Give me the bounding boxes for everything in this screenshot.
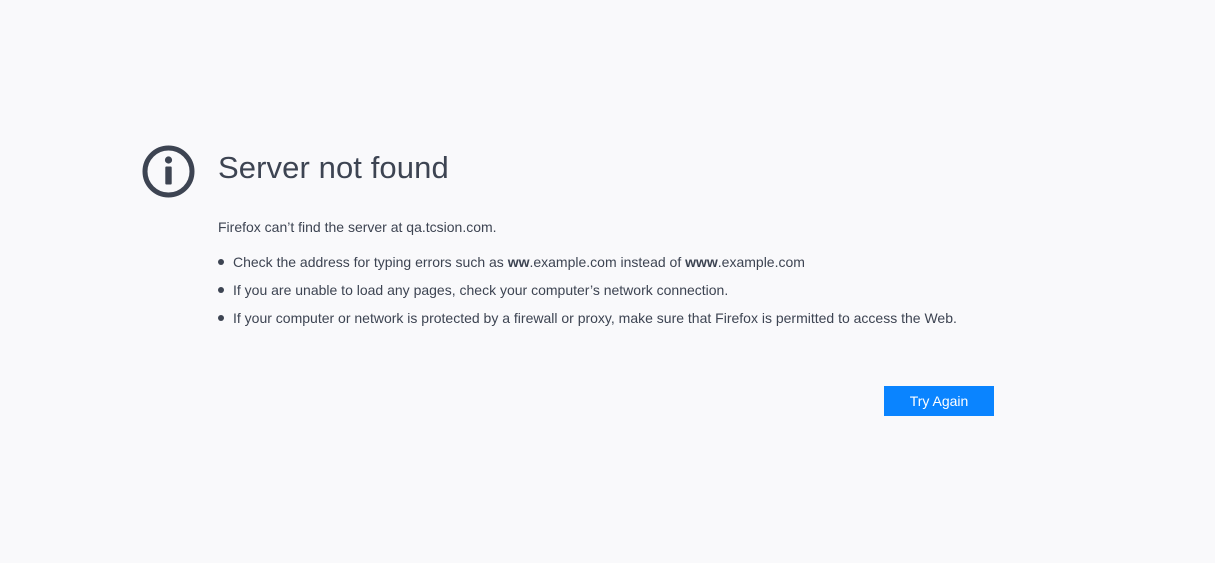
suggestion-text-part: Check the address for typing errors such… bbox=[233, 254, 508, 270]
suggestion-text: If you are unable to load any pages, che… bbox=[233, 282, 729, 298]
bullet-icon bbox=[218, 315, 224, 321]
suggestion-text-part: .example.com instead of bbox=[529, 254, 686, 270]
info-icon bbox=[142, 145, 195, 198]
suggestion-item: If you are unable to load any pages, che… bbox=[218, 280, 998, 300]
bullet-icon bbox=[218, 287, 224, 293]
suggestion-item: If your computer or network is protected… bbox=[218, 308, 998, 328]
error-content: Server not found Firefox can’t find the … bbox=[218, 148, 998, 336]
suggestion-item: Check the address for typing errors such… bbox=[218, 252, 998, 272]
try-again-button[interactable]: Try Again bbox=[884, 386, 994, 416]
suggestion-emphasis: ww bbox=[507, 254, 530, 270]
suggestion-list: Check the address for typing errors such… bbox=[218, 252, 998, 328]
suggestion-text-part: .example.com bbox=[717, 254, 805, 270]
error-description: Firefox can’t find the server at qa.tcsi… bbox=[218, 219, 497, 235]
page-title: Server not found bbox=[218, 150, 449, 185]
suggestion-emphasis: www bbox=[685, 254, 718, 270]
suggestion-text: If your computer or network is protected… bbox=[233, 310, 957, 326]
bullet-icon bbox=[218, 259, 224, 265]
error-page: Server not found Firefox can’t find the … bbox=[0, 0, 1215, 563]
